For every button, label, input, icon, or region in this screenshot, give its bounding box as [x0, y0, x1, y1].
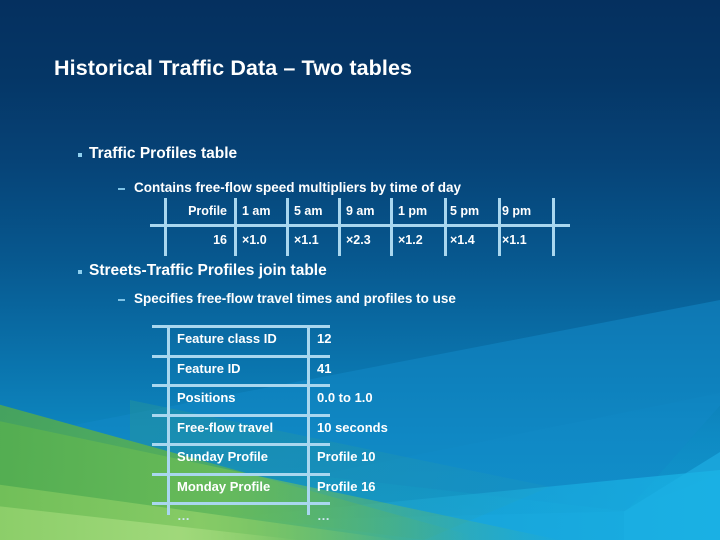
cell-multiplier-5am: ×1.1 [294, 233, 319, 247]
table-row-ellipsis: … … [152, 502, 330, 532]
row-value: 0.0 to 1.0 [317, 390, 373, 405]
row-key: Sunday Profile [177, 449, 269, 464]
cell-multiplier-9pm: ×1.1 [502, 233, 527, 247]
table-row: 16 ×1.0 ×1.1 ×2.3 ×1.2 ×1.4 ×1.1 [150, 227, 570, 253]
gridline-horizontal [152, 413, 330, 417]
row-value: Profile 16 [317, 478, 376, 494]
gridline-horizontal [152, 443, 330, 446]
row-key: Positions [177, 390, 236, 405]
gridline-horizontal [152, 502, 330, 505]
bullet-label: Streets-Traffic Profiles join table [89, 262, 327, 279]
gridline-horizontal [152, 384, 330, 387]
row-value: … [317, 508, 330, 523]
cell-profile-id: 16 [213, 233, 227, 247]
cell-multiplier-1pm: ×1.2 [398, 233, 423, 247]
row-key: … [177, 508, 190, 523]
bullet-traffic-profiles-table: Traffic Profiles table [78, 145, 237, 163]
bullet-dash-icon [118, 188, 125, 190]
table-row: Positions 0.0 to 1.0 [152, 384, 373, 414]
row-value: 41 [317, 360, 332, 376]
row-key: Feature class ID [177, 331, 277, 346]
sub-bullet-label: Contains free-flow speed multipliers by … [134, 180, 462, 195]
gridline-horizontal [152, 472, 330, 476]
background-wedge-blue-upper [0, 393, 720, 540]
row-key: Feature ID [177, 360, 241, 376]
table-row: Free-flow travel 10 seconds [152, 413, 388, 444]
table-row: Sunday Profile Profile 10 [152, 443, 376, 473]
table-row: Feature ID 41 [152, 354, 332, 385]
table-row: Feature class ID 12 [152, 325, 332, 355]
sub-bullet-label: Specifies free-flow travel times and pro… [134, 291, 456, 306]
header-cell-1pm: 1 pm [398, 204, 428, 218]
slide-title: Historical Traffic Data – Two tables [54, 56, 413, 80]
bullet-dot-icon [78, 153, 82, 157]
header-cell-profile: Profile [188, 204, 227, 218]
bullet-dash-icon [118, 299, 125, 301]
table-row: Monday Profile Profile 16 [152, 472, 376, 503]
cell-multiplier-1am: ×1.0 [242, 233, 267, 247]
row-key: Free-flow travel [177, 419, 274, 435]
slide-canvas: Historical Traffic Data – Two tables Tra… [0, 0, 720, 540]
background-wedge-right-fan [624, 452, 720, 540]
header-cell-5pm: 5 pm [450, 204, 480, 218]
cell-multiplier-9am: ×2.3 [346, 233, 371, 247]
sub-bullet-free-flow-multipliers: Contains free-flow speed multipliers by … [118, 180, 461, 195]
row-value: Profile 10 [317, 449, 376, 464]
bullet-dot-icon [78, 270, 82, 274]
cell-multiplier-5pm: ×1.4 [450, 233, 475, 247]
gridline-horizontal [152, 354, 330, 358]
row-key: Monday Profile [177, 478, 271, 494]
gridline-horizontal [152, 325, 330, 328]
traffic-profiles-table: Profile 1 am 5 am 9 am 1 pm 5 pm 9 pm 16… [150, 198, 570, 256]
header-cell-9am: 9 am [346, 204, 375, 218]
table-header-row: Profile 1 am 5 am 9 am 1 pm 5 pm 9 pm [150, 198, 570, 224]
bullet-streets-traffic-join-table: Streets-Traffic Profiles join table [78, 262, 327, 280]
bullet-label: Traffic Profiles table [89, 145, 238, 162]
row-value: 10 seconds [317, 419, 388, 435]
streets-traffic-join-table: Feature class ID 12 Feature ID 41 Positi… [152, 325, 388, 532]
header-cell-9pm: 9 pm [502, 204, 532, 218]
sub-bullet-free-flow-travel-times: Specifies free-flow travel times and pro… [118, 291, 456, 306]
header-cell-1am: 1 am [242, 204, 271, 218]
row-value: 12 [317, 331, 332, 346]
header-cell-5am: 5 am [294, 204, 323, 218]
